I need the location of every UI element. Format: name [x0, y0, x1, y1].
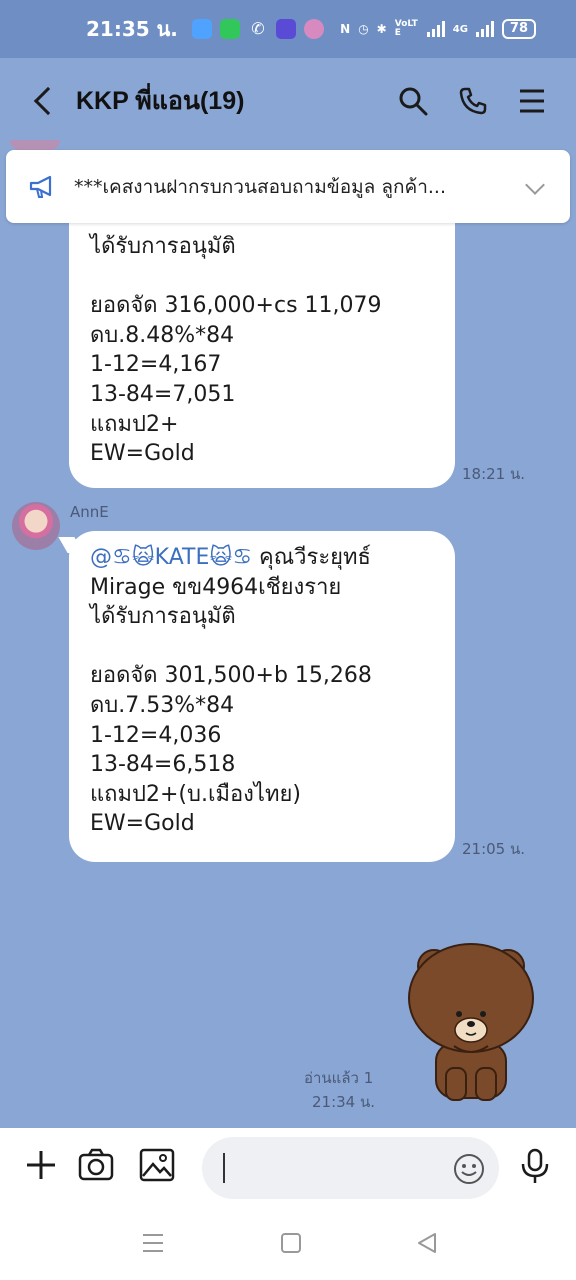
message-line: ได้รับการอนุมัติ — [90, 234, 236, 259]
wallet-app-icon — [219, 19, 240, 39]
avatar-partial — [10, 140, 60, 150]
message-line: ดบ.7.53%*84 — [90, 692, 235, 718]
message-bubble[interactable]: @♋🙀KATE🙀♋ คุณวีระยุทธ์ Mirage ขข4964เชีย… — [69, 531, 455, 862]
chat-title: KKP พี่แอน(19) — [76, 87, 245, 115]
status-time: 21:35 น. — [86, 17, 178, 41]
chevron-down-icon[interactable] — [525, 175, 545, 195]
message-line: 13-84=6,518 — [90, 752, 236, 778]
megaphone-icon — [29, 175, 52, 198]
avatar[interactable] — [12, 502, 60, 550]
battery-indicator: 78 — [501, 19, 536, 39]
camera-icon[interactable] — [78, 1148, 114, 1182]
nfc-icon: N — [340, 22, 351, 36]
message-line: แถมป2+ — [90, 411, 179, 437]
sent-timestamp: 21:34 น. — [312, 1093, 376, 1111]
message-line — [90, 632, 434, 662]
announcement-text: ***เคสงานฝากรบกวนสอบถามข้อมูล ลูกค้า... — [74, 175, 446, 198]
message-line: 1-12=4,167 — [90, 352, 222, 378]
message-line: @♋🙀KATE🙀♋ คุณวีระยุทธ์ — [90, 543, 434, 573]
message-line — [90, 262, 434, 292]
message-line: Mirage ขข4964เชียงราย — [90, 574, 342, 600]
microphone-icon[interactable] — [520, 1148, 550, 1184]
message-line: ดบ.8.48%*84 — [90, 322, 235, 348]
recent-apps-icon[interactable] — [142, 1232, 164, 1254]
mention[interactable]: @♋🙀KATE🙀♋ — [90, 545, 252, 570]
mention-rest: คุณวีระยุทธ์ — [252, 545, 371, 570]
volte-label: VoLTE — [394, 19, 418, 38]
alarm-icon: ◷ — [358, 22, 369, 36]
message-line: ยอดจัด 316,000+cs 11,079 — [90, 293, 382, 319]
back-arrow-icon[interactable] — [33, 86, 63, 116]
message-line: EW=Gold — [90, 811, 195, 837]
emoji-icon[interactable] — [452, 1152, 486, 1186]
home-icon[interactable] — [280, 1232, 302, 1254]
sticker-app-icon — [303, 19, 324, 39]
lazada-app-icon — [275, 19, 296, 39]
message-bubble[interactable]: ได้รับการอนุมัติ ยอดจัด 316,000+cs 11,07… — [69, 200, 455, 488]
message-line: ยอดจัด 301,500+b 15,268 — [90, 663, 372, 689]
phone-icon[interactable] — [458, 86, 488, 116]
back-nav-icon[interactable] — [416, 1232, 438, 1254]
search-icon[interactable] — [398, 86, 428, 116]
message-line: ได้รับการอนุมัติ — [90, 604, 236, 630]
read-receipt: อ่านแล้ว 1 — [304, 1069, 374, 1087]
message-timestamp: 18:21 น. — [462, 465, 526, 483]
menu-icon[interactable] — [518, 87, 546, 115]
header-actions — [398, 86, 546, 116]
announcement-banner[interactable]: ***เคสงานฝากรบกวนสอบถามข้อมูล ลูกค้า... — [6, 150, 570, 223]
chat-header: KKP พี่แอน(19) — [0, 58, 576, 144]
message-timestamp: 21:05 น. — [462, 840, 526, 858]
network-type: 4G — [452, 23, 468, 35]
brown-bear-sticker[interactable] — [406, 938, 536, 1103]
signal-icon — [426, 21, 445, 37]
message-line: EW=Gold — [90, 441, 195, 467]
sender-name: AnnE — [70, 503, 109, 521]
messenger-app-icon — [191, 19, 212, 39]
message-line: 1-12=4,036 — [90, 722, 222, 748]
system-status: N ◷ ✱ VoLTE 4G 78 — [340, 19, 536, 39]
image-icon[interactable] — [139, 1148, 175, 1182]
signal-icon-2 — [475, 21, 494, 37]
status-bar: 21:35 น. ✆ N ◷ ✱ VoLTE 4G 78 — [0, 0, 576, 58]
plus-icon[interactable] — [24, 1148, 58, 1182]
system-navigation-bar — [0, 1208, 576, 1280]
text-cursor — [223, 1153, 225, 1183]
bluetooth-icon: ✱ — [376, 22, 387, 36]
message-line: แถมป2+(บ.เมืองไทย) — [90, 781, 301, 807]
missed-call-icon: ✆ — [251, 19, 265, 38]
notification-icons: ✆ — [191, 19, 324, 39]
message-line: 13-84=7,051 — [90, 381, 236, 407]
